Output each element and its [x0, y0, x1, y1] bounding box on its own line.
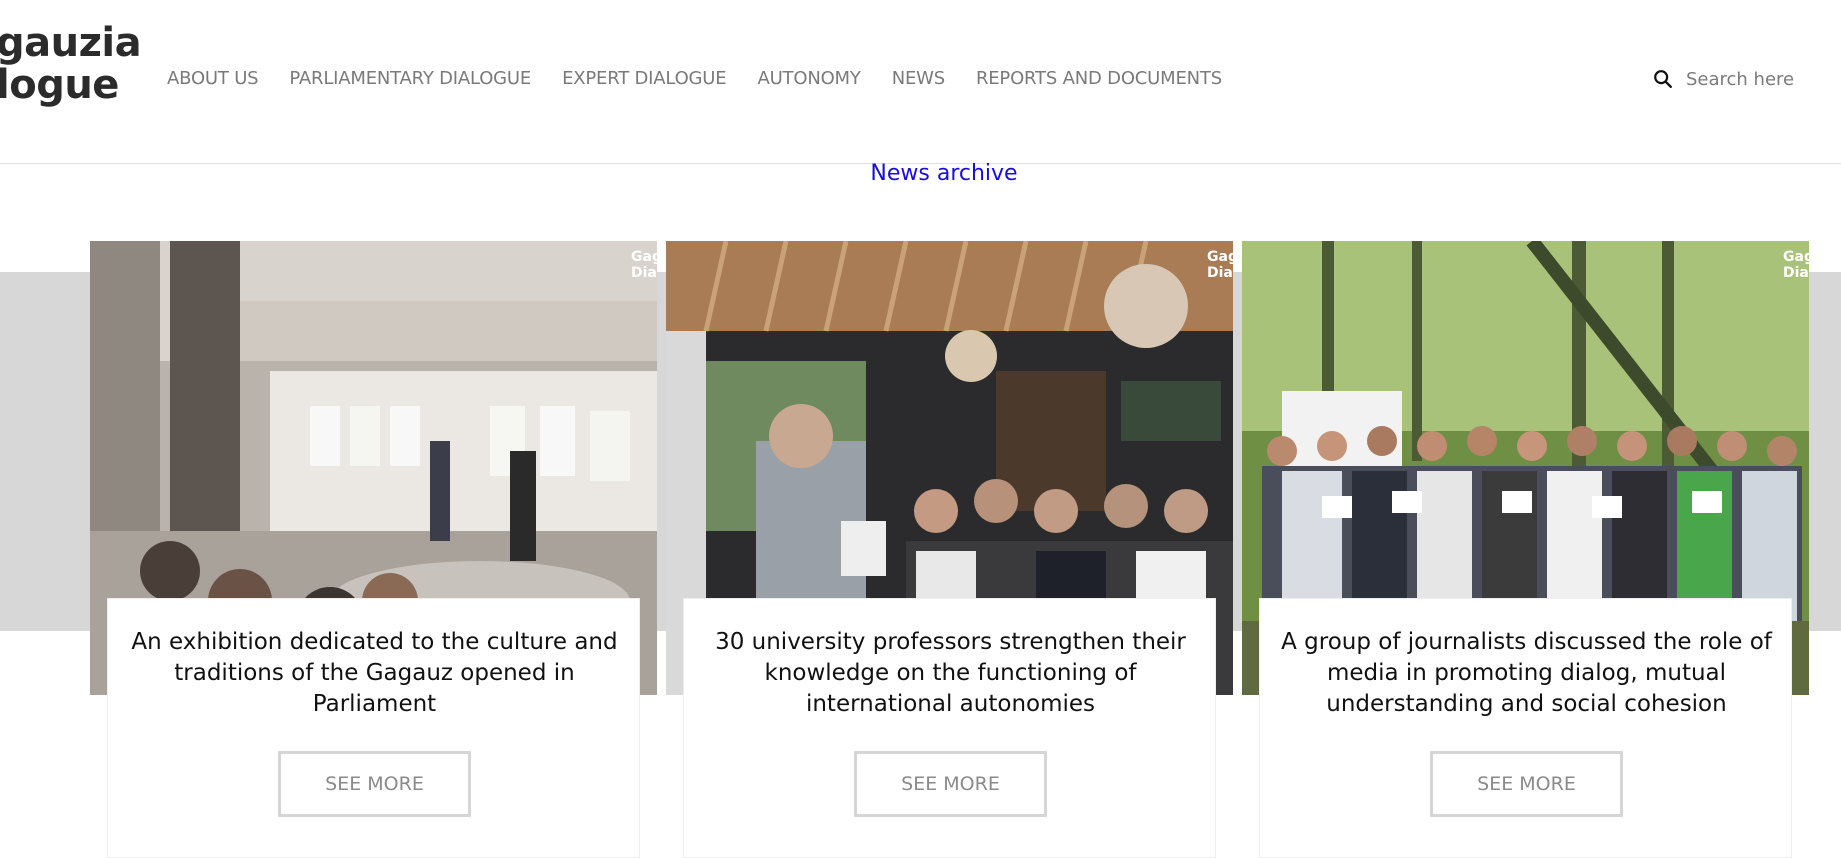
logo-line-1: gauzia [0, 20, 142, 66]
see-more-button[interactable]: SEE MORE [1430, 751, 1623, 817]
section-title: News archive [870, 161, 1018, 186]
news-card: Gag Dia A group of journalists discussed… [1242, 241, 1809, 858]
search-icon[interactable] [1652, 68, 1674, 90]
search-box [1652, 68, 1836, 90]
card-panel: An exhibition dedicated to the culture a… [107, 598, 640, 858]
nav-item-expert-dialogue[interactable]: EXPERT DIALOGUE [562, 68, 727, 89]
nav-item-autonomy[interactable]: AUTONOMY [757, 68, 860, 89]
main-nav: ABOUT US PARLIAMENTARY DIALOGUE EXPERT D… [167, 68, 1253, 89]
site-header: gauzia logue ABOUT US PARLIAMENTARY DIAL… [0, 0, 1841, 164]
card-title[interactable]: A group of journalists discussed the rol… [1280, 627, 1773, 720]
search-input[interactable] [1686, 68, 1836, 90]
see-more-button[interactable]: SEE MORE [278, 751, 471, 817]
news-card: Gag Dia 30 university professors strengt… [666, 241, 1233, 858]
card-title[interactable]: An exhibition dedicated to the culture a… [128, 627, 621, 720]
news-card: Gag Dia An exhibition dedicated to the c… [90, 241, 657, 858]
card-panel: 30 university professors strengthen thei… [683, 598, 1216, 858]
nav-item-reports-and-documents[interactable]: REPORTS AND DOCUMENTS [976, 68, 1222, 89]
card-panel: A group of journalists discussed the rol… [1259, 598, 1792, 858]
nav-item-news[interactable]: NEWS [892, 68, 945, 89]
site-logo[interactable]: gauzia logue [0, 20, 142, 108]
logo-line-2: logue [0, 62, 119, 108]
nav-item-about-us[interactable]: ABOUT US [167, 68, 259, 89]
photo-watermark: Gag Dia [631, 249, 657, 281]
nav-item-parliamentary-dialogue[interactable]: PARLIAMENTARY DIALOGUE [289, 68, 531, 89]
card-title[interactable]: 30 university professors strengthen thei… [704, 627, 1197, 720]
photo-watermark: Gag Dia [1783, 249, 1809, 281]
see-more-button[interactable]: SEE MORE [854, 751, 1047, 817]
photo-watermark: Gag Dia [1207, 249, 1233, 281]
